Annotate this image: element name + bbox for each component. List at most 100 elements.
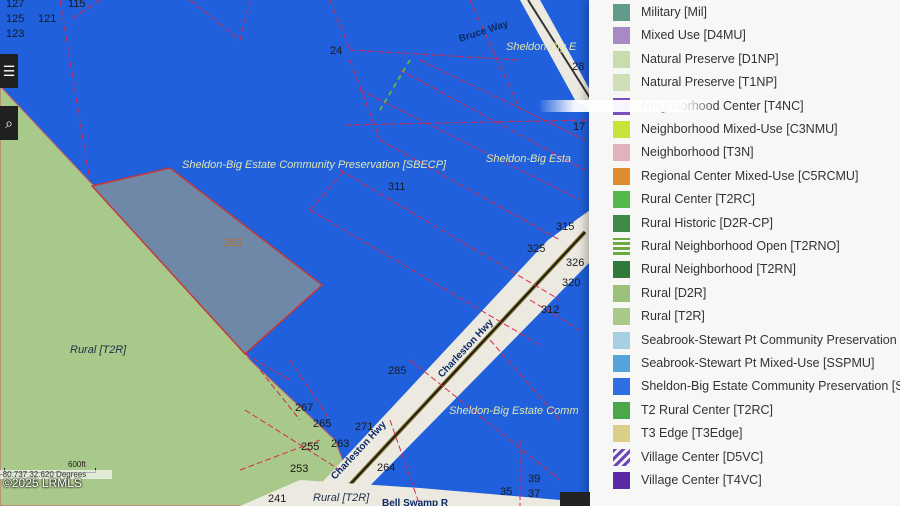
legend-label: Rural Neighborhood [T2RN]	[641, 262, 796, 277]
legend-swatch	[613, 191, 630, 209]
parcel-number: 255	[301, 441, 319, 453]
zone-label: Sheldon-Big E	[506, 41, 577, 53]
legend-swatch	[613, 355, 630, 372]
parcel-number: 127	[6, 0, 24, 10]
legend-swatch	[613, 425, 630, 443]
zone-label: Rural [T2R]	[70, 344, 127, 356]
menu-button[interactable]: ☰	[0, 54, 18, 88]
legend-swatch	[613, 238, 630, 255]
parcel-number: 263	[331, 438, 349, 450]
parcel-number: 37	[528, 488, 540, 500]
legend-label: Natural Preserve [T1NP]	[641, 75, 778, 90]
parcel-number: 269	[224, 237, 242, 249]
zone-label: Sheldon-Big Estate Community Preservatio…	[182, 159, 447, 171]
legend-label: Rural [T2R]	[641, 309, 705, 324]
legend-item: Regional Center Mixed-Use [C5RCMU]	[589, 165, 900, 188]
legend-swatch	[613, 50, 630, 68]
legend-swatch	[613, 167, 630, 185]
legend-item: Mixed Use [D4MU]	[589, 24, 900, 47]
legend-item: Sheldon-Big Estate Community Preservatio…	[589, 375, 900, 398]
legend-swatch	[613, 214, 630, 232]
legend-item: Rural Neighborhood Open [T2RNO]	[589, 235, 900, 258]
legend-label: Village Center [T4VC]	[641, 473, 762, 487]
parcel-number: 312	[541, 304, 559, 316]
parcel-number: 241	[268, 493, 286, 505]
legend-label: Neighborhood [T3N]	[641, 145, 754, 160]
legend-item: Village Center [D5VC]	[589, 446, 900, 469]
legend-panel: Military [Mil] Mixed Use [D4MU] Natural Pr…	[589, 0, 900, 506]
parcel-number: 326	[566, 257, 584, 269]
search-button[interactable]: ⌕	[0, 106, 18, 140]
legend-label: Rural Neighborhood Open [T2RNO]	[641, 239, 840, 253]
legend-item: Seabrook-Stewart Pt Community Preservati…	[589, 329, 900, 352]
legend-swatch	[613, 74, 630, 92]
legend-label: Natural Preserve [D1NP]	[641, 51, 779, 66]
legend-label: T3 Edge [T3Edge]	[641, 426, 743, 441]
legend-label: Neighborhood Mixed-Use [C3NMU]	[641, 122, 838, 136]
legend-item: T2 Rural Center [T2RC]	[589, 399, 900, 422]
legend-label: Rural Center [T2RC]	[641, 192, 755, 207]
legend-label: Rural [D2R]	[641, 285, 707, 300]
legend-swatch	[613, 472, 630, 489]
parcel-number: 39	[528, 473, 540, 485]
search-icon: ⌕	[5, 114, 13, 131]
copyright-watermark: ©2025 LRMLS	[3, 476, 82, 490]
legend-item: Rural Historic [D2R-CP]	[589, 212, 900, 235]
legend-item: Natural Preserve [T1NP]	[589, 71, 900, 94]
legend-swatch	[613, 308, 630, 326]
legend-swatch	[613, 121, 630, 138]
legend-swatch	[613, 401, 630, 419]
legend-item: Military [Mil]	[589, 1, 900, 24]
scale-text: 600ft	[68, 460, 86, 469]
parcel-number: 28	[572, 61, 584, 73]
legend-swatch	[613, 261, 630, 279]
parcel-number: 311	[388, 181, 406, 193]
parcel-number: 253	[290, 463, 308, 475]
parcel-number: 285	[388, 365, 406, 377]
parcel-number: 267	[295, 402, 313, 414]
legend-swatch	[613, 331, 630, 349]
legend-item: Rural Center [T2RC]	[589, 188, 900, 211]
legend-label: T2 Rural Center [T2RC]	[641, 402, 773, 417]
legend-label: Rural Historic [D2R-CP]	[641, 215, 773, 230]
zone-label: Rural [T2R]	[313, 492, 370, 504]
legend-item: Neighborhood Mixed-Use [C3NMU]	[589, 118, 900, 141]
parcel-number: 17	[573, 121, 585, 133]
legend-label: Sheldon-Big Estate Community Preservatio…	[641, 379, 900, 394]
legend-swatch	[613, 144, 630, 162]
parcel-number: 121	[38, 13, 56, 25]
parcel-number: 125	[6, 13, 24, 25]
parcel-number: 123	[6, 28, 24, 40]
legend-label: Mixed Use [D4MU]	[641, 28, 746, 43]
parcel-number: 115	[68, 0, 86, 10]
zone-label: Sheldon-Big Esta	[486, 153, 571, 165]
parcel-number: 264	[377, 462, 395, 474]
legend-item: Rural [D2R]	[589, 282, 900, 305]
legend-label: Seabrook-Stewart Pt Mixed-Use [SSPMU]	[641, 356, 875, 370]
menu-icon: ☰	[2, 62, 16, 79]
parcel-number: 271	[355, 421, 373, 433]
parcel-number: 35	[500, 486, 512, 498]
legend-swatch	[613, 4, 630, 21]
parcel-number: 315	[556, 221, 574, 233]
legend-label: Village Center [D5VC]	[641, 449, 764, 464]
legend-item: Neighborhood [T3N]	[589, 141, 900, 164]
legend-item: Rural Neighborhood [T2RN]	[589, 258, 900, 281]
parcel-number: 320	[562, 277, 580, 289]
parcel-number: 24	[330, 45, 342, 57]
legend-label: Seabrook-Stewart Pt Community Preservati…	[641, 332, 900, 347]
legend-label: Military [Mil]	[641, 5, 707, 19]
legend-label: Regional Center Mixed-Use [C5RCMU]	[641, 168, 859, 183]
parcel-number: 265	[313, 418, 331, 430]
legend-item: Village Center [T4VC]	[589, 469, 900, 492]
legend-item: Rural [T2R]	[589, 305, 900, 328]
road-label: Bell Swamp R	[382, 498, 449, 506]
legend-item: Natural Preserve [D1NP]	[589, 48, 900, 71]
legend-item: T3 Edge [T3Edge]	[589, 422, 900, 445]
parcel-number: 325	[527, 243, 545, 255]
legend-swatch	[613, 378, 630, 396]
zone-label: Sheldon-Big Estate Comm	[449, 405, 579, 417]
legend-item: Seabrook-Stewart Pt Mixed-Use [SSPMU]	[589, 352, 900, 375]
legend-swatch	[613, 284, 630, 302]
legend-swatch	[613, 448, 630, 466]
